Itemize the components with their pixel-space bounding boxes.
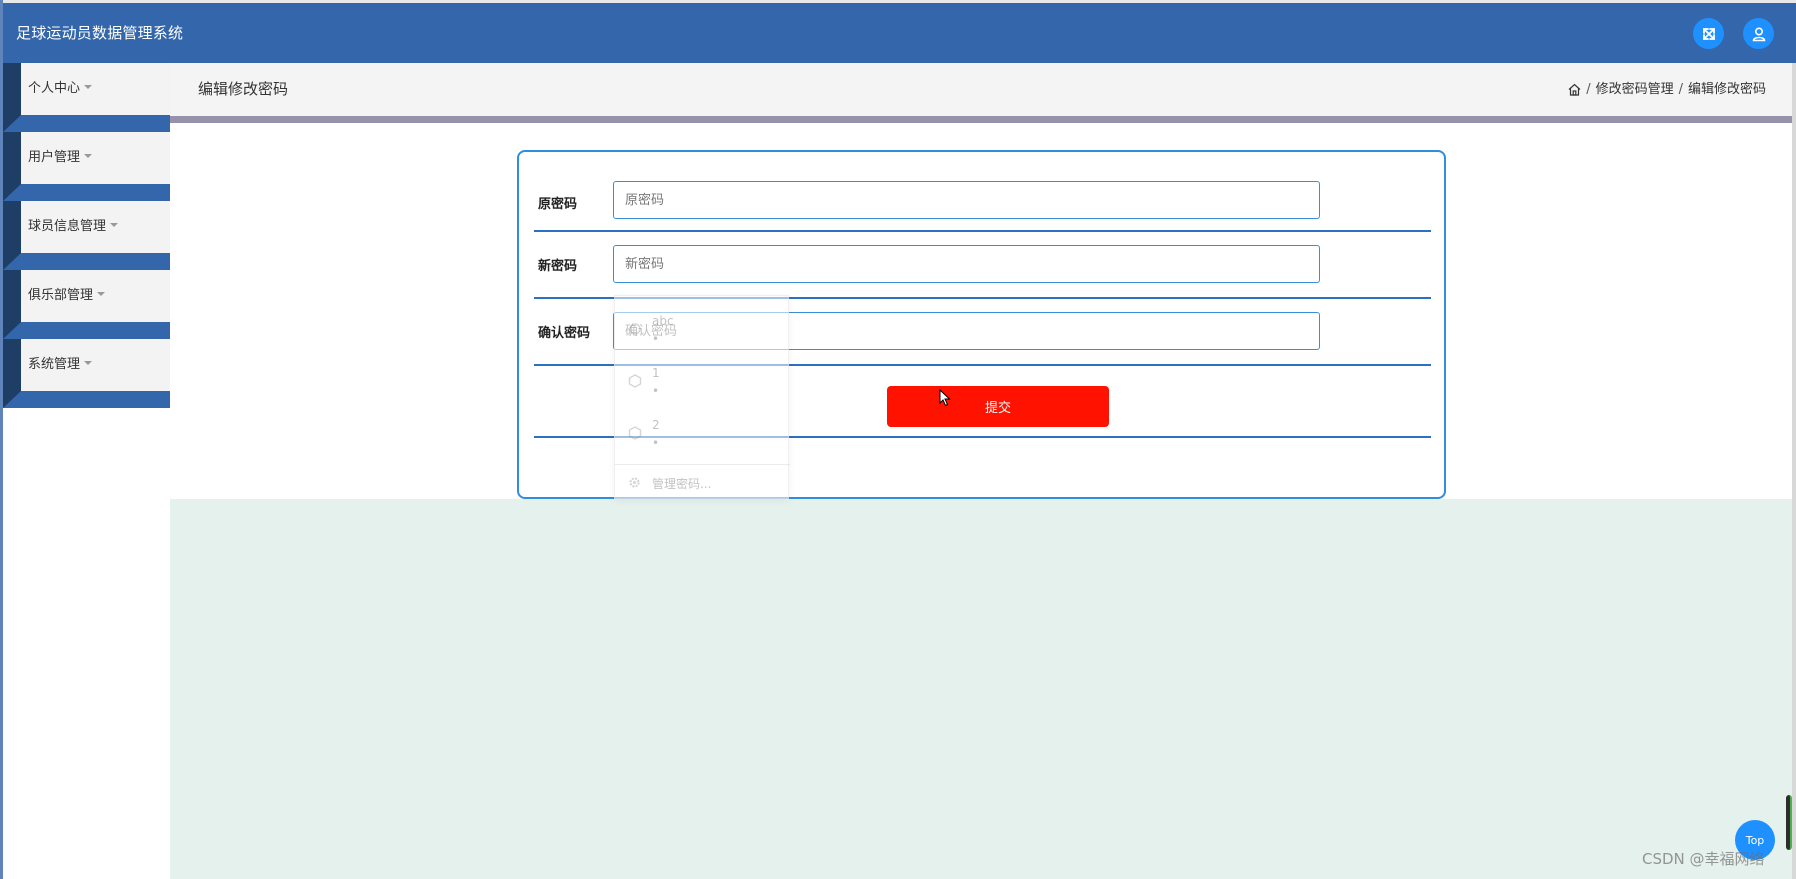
content-lower-area — [170, 499, 1796, 879]
autofill-entry-user: 1 — [652, 366, 660, 380]
breadcrumb: / 修改密码管理 / 编辑修改密码 — [1568, 63, 1766, 116]
submit-button[interactable]: 提交 — [887, 386, 1109, 427]
sidebar-item-text: 俱乐部管理 — [28, 288, 94, 303]
manage-passwords-option[interactable]: 管理密码... — [615, 464, 790, 500]
autofill-entry[interactable]: abc • — [615, 304, 790, 354]
confirm-password-label: 确认密码 — [538, 326, 591, 341]
caret-down-icon — [84, 84, 93, 89]
sidebar-item-text: 系统管理 — [28, 357, 81, 372]
app-title: 足球运动员数据管理系统 — [16, 24, 184, 42]
password-autofill-popup: abc • 1 • 2 • 管理密码... — [614, 295, 790, 500]
autofill-entry-password: • — [652, 332, 660, 346]
sidebar-item-text: 球员信息管理 — [28, 219, 107, 234]
sidebar-item-text: 用户管理 — [28, 150, 81, 165]
user-icon — [1752, 26, 1765, 41]
gear-icon — [629, 477, 640, 488]
page-scrollbar-thumb[interactable] — [1786, 795, 1792, 850]
caret-down-icon — [97, 291, 106, 296]
sidebar-item-label: 系统管理 — [28, 339, 93, 391]
new-password-label: 新密码 — [538, 259, 578, 274]
autofill-entry-user: 2 — [652, 418, 660, 432]
home-icon[interactable] — [1568, 83, 1581, 96]
fullscreen-icon — [1702, 27, 1715, 40]
autofill-entry-user: abc — [652, 314, 674, 328]
caret-down-icon — [110, 222, 119, 227]
new-password-input[interactable] — [613, 245, 1320, 283]
page-scrollbar-track[interactable] — [1792, 63, 1796, 879]
sidebar-bevel — [3, 253, 21, 270]
caret-down-icon — [84, 360, 93, 365]
sidebar-item-label: 用户管理 — [28, 132, 93, 184]
form-row-old-password: 原密码 — [534, 152, 1431, 232]
breadcrumb-separator: / — [1586, 82, 1591, 97]
sidebar-item-band — [3, 322, 170, 339]
sidebar-item-band — [3, 115, 170, 132]
sidebar-item-system-management[interactable]: 系统管理 — [3, 339, 170, 408]
sidebar-item-player-info[interactable]: 球员信息管理 — [3, 201, 170, 270]
old-password-label: 原密码 — [538, 197, 578, 212]
sidebar-item-label: 球员信息管理 — [28, 201, 119, 253]
autofill-entry-password: • — [652, 436, 660, 450]
sidebar-item-band — [3, 391, 170, 408]
sidebar-bevel — [3, 391, 21, 408]
caret-down-icon — [84, 153, 93, 158]
sidebar-bevel — [3, 184, 21, 201]
breadcrumb-separator: / — [1678, 82, 1683, 97]
watermark: CSDN @幸福网络 — [1642, 850, 1765, 868]
breadcrumb-item-edit-password: 编辑修改密码 — [1687, 82, 1766, 97]
sidebar-item-personal-center[interactable]: 个人中心 — [3, 63, 170, 132]
old-password-input[interactable] — [613, 181, 1320, 219]
breadcrumb-item-password-management[interactable]: 修改密码管理 — [1596, 63, 1674, 116]
sidebar-item-band — [3, 184, 170, 201]
key-icon — [628, 374, 642, 388]
breadcrumb-accent-strip — [170, 116, 1796, 123]
fullscreen-button[interactable] — [1693, 18, 1724, 49]
sidebar-item-club-management[interactable]: 俱乐部管理 — [3, 270, 170, 339]
sidebar-item-label: 个人中心 — [28, 63, 93, 115]
sidebar-item-text: 个人中心 — [28, 81, 81, 96]
key-icon — [629, 323, 641, 335]
sidebar-item-user-management[interactable]: 用户管理 — [3, 132, 170, 201]
autofill-entry[interactable]: 2 • — [615, 408, 790, 458]
mouse-cursor-icon — [939, 389, 951, 407]
header-bar: 足球运动员数据管理系统 — [3, 3, 1796, 63]
sidebar-bevel — [3, 115, 21, 132]
sidebar-item-label: 俱乐部管理 — [28, 270, 106, 322]
page-title: 编辑修改密码 — [198, 80, 289, 98]
key-icon — [628, 426, 642, 440]
manage-passwords-label: 管理密码... — [652, 477, 712, 491]
autofill-entry[interactable]: 1 • — [615, 356, 790, 406]
form-row-new-password: 新密码 — [534, 232, 1431, 299]
sidebar: 个人中心 用户管理 球员信息管理 俱乐部管理 系统管理 — [3, 63, 170, 408]
sidebar-item-band — [3, 253, 170, 270]
breadcrumb-bar: 编辑修改密码 / 修改密码管理 / 编辑修改密码 — [170, 63, 1796, 116]
autofill-entry-password: • — [652, 384, 660, 398]
sidebar-bevel — [3, 322, 21, 339]
user-menu-button[interactable] — [1743, 18, 1774, 49]
